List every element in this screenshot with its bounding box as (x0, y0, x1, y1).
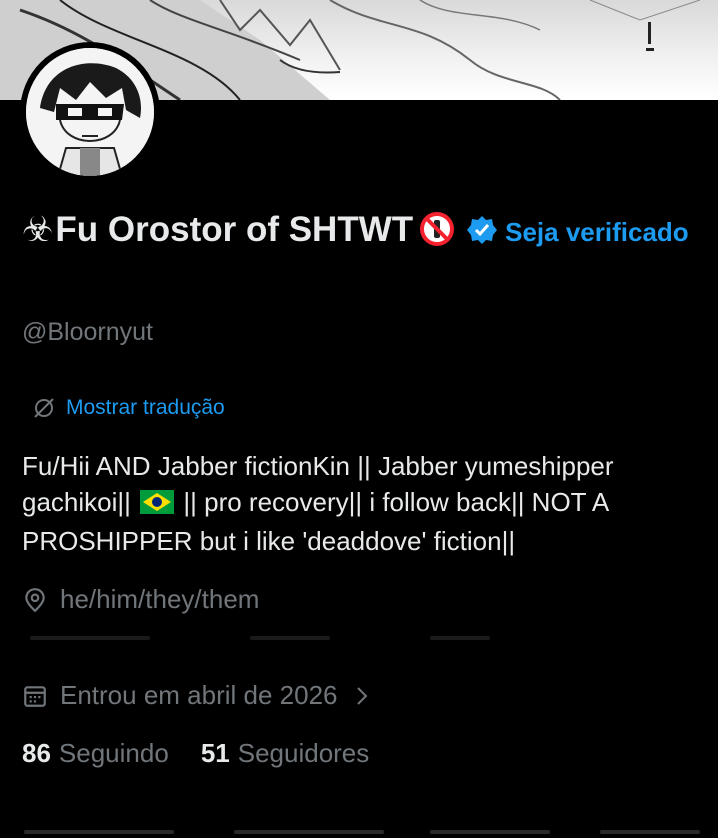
clipped-tab-fragment (234, 830, 384, 834)
profile-avatar[interactable] (20, 42, 160, 182)
clipped-line-fragment (30, 636, 150, 640)
followers-label: Seguidores (237, 738, 370, 768)
following-count: 86 (22, 738, 51, 768)
followers-link[interactable]: 51 Seguidores (201, 738, 369, 769)
joined-date-row[interactable]: Entrou em abril de 2026 (22, 680, 382, 711)
translate-button[interactable]: Mostrar tradução (32, 396, 225, 420)
location-row: he/him/they/them (22, 584, 259, 615)
brazil-flag-icon (140, 487, 175, 523)
clipped-line-fragment (250, 636, 330, 640)
followers-count: 51 (200, 738, 230, 768)
joined-text: Entrou em abril de 2026 (60, 680, 338, 710)
following-link[interactable]: 86 Seguindo (22, 738, 169, 769)
follow-stats: 86 Seguindo 51 Seguidores (22, 738, 401, 769)
display-name: Fu Orostor of SHTWT (55, 210, 414, 249)
prohibited-icon (419, 211, 455, 260)
calendar-icon (24, 685, 46, 707)
profile-bio: Fu/Hii AND Jabber fictionKin || Jabber y… (22, 448, 702, 559)
chevron-right-icon (356, 686, 367, 705)
globe-slash-icon (34, 398, 54, 418)
clipped-tab-fragment (600, 830, 700, 834)
verified-badge-icon[interactable] (467, 210, 498, 258)
profile-name-row: ☣Fu Orostor of SHTWT Seja verificado (22, 206, 702, 260)
get-verified-link[interactable]: Seja verificado (505, 217, 689, 247)
translate-label: Mostrar tradução (66, 396, 225, 419)
clipped-line-fragment (430, 636, 490, 640)
biohazard-symbol: ☣ (22, 210, 54, 249)
following-label: Seguindo (58, 738, 169, 768)
profile-handle: @Bloornyut (22, 318, 153, 346)
avatar-image (26, 48, 154, 176)
location-text: he/him/they/them (60, 584, 260, 614)
clipped-tab-fragment (24, 830, 174, 834)
clipped-tab-fragment (430, 830, 550, 834)
location-pin-icon (25, 587, 45, 612)
